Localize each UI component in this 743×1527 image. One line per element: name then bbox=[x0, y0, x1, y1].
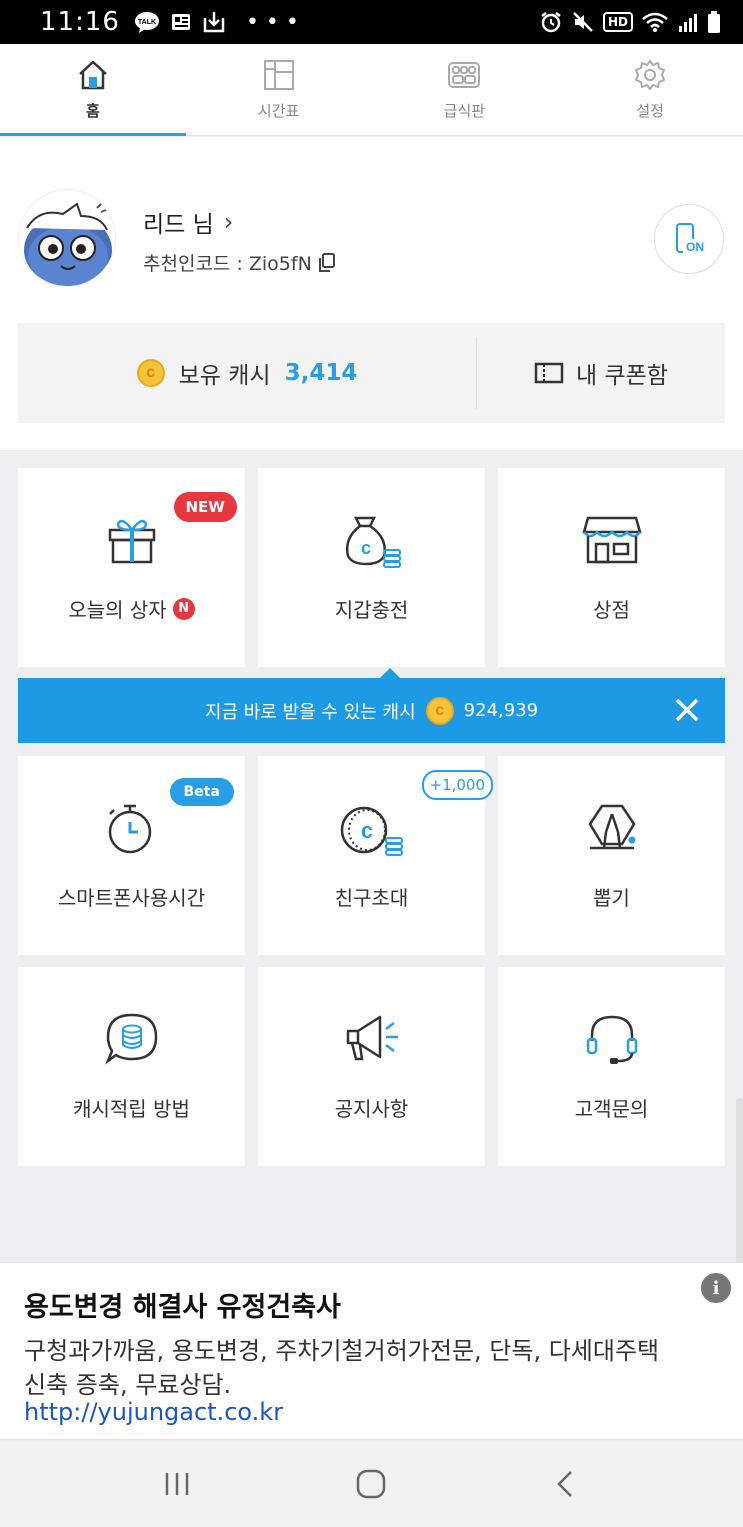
svg-text:TALK: TALK bbox=[138, 19, 156, 26]
headset-icon bbox=[586, 1015, 637, 1064]
tile-today-box-label: 오늘의 상자 bbox=[68, 598, 167, 622]
signal-icon bbox=[679, 14, 697, 32]
tab-home-label: 홈 bbox=[85, 102, 100, 120]
coin-stack-icon: c bbox=[340, 806, 403, 856]
tile-cash-earn-method[interactable]: 캐시적립 방법 bbox=[18, 967, 245, 1166]
tile-today-box[interactable]: NEW 오늘의 상자 N bbox=[18, 468, 245, 667]
svg-text:c: c bbox=[360, 818, 372, 843]
tab-home[interactable]: 홈 bbox=[0, 44, 186, 136]
megaphone-icon bbox=[346, 1015, 398, 1061]
top-tab-bar: 홈 시간표 급식판 설정 bbox=[0, 44, 743, 136]
tile-store[interactable]: 상점 bbox=[498, 468, 725, 667]
coupon-icon bbox=[534, 362, 564, 384]
chat-coin-icon bbox=[104, 1013, 157, 1065]
notification-dot: N bbox=[172, 597, 195, 620]
new-badge: NEW bbox=[173, 492, 237, 522]
tile-invite-friend[interactable]: c +1,000 친구초대 bbox=[258, 756, 494, 955]
gear-icon bbox=[635, 60, 666, 90]
phone-on-icon: ON bbox=[676, 223, 707, 254]
tile-notices-label: 공지사항 bbox=[334, 1097, 409, 1121]
profile-name: 리드 님 bbox=[143, 212, 214, 238]
cash-bar: 보유 캐시 3,414 내 쿠폰함 bbox=[18, 323, 725, 423]
reward-badge: +1,000 bbox=[421, 770, 494, 800]
news-icon bbox=[171, 14, 190, 30]
more-icon: • • • bbox=[245, 9, 299, 35]
close-button[interactable] bbox=[669, 692, 705, 728]
tile-notices[interactable]: 공지사항 bbox=[258, 967, 485, 1166]
banner-pointer bbox=[380, 668, 400, 678]
copy-icon[interactable] bbox=[318, 252, 336, 273]
back-button[interactable] bbox=[551, 1469, 581, 1499]
tile-customer-inquiry-label: 고객문의 bbox=[574, 1097, 649, 1121]
available-cash-banner[interactable]: 지금 바로 받을 수 있는 캐시 924,939 bbox=[18, 668, 725, 743]
owned-cash-label: 보유 캐시 bbox=[178, 363, 271, 389]
ad-description: 구청과가까움, 용도변경, 주차기철거허가전문, 단독, 다세대주택신축 증축,… bbox=[24, 1337, 660, 1399]
battery-icon bbox=[708, 11, 720, 33]
ad-title: 용도변경 해결사 유정건축사 bbox=[24, 1292, 341, 1323]
tile-customer-inquiry[interactable]: 고객문의 bbox=[498, 967, 725, 1166]
referral-code: 추천인코드 : Zio5fN bbox=[143, 249, 336, 276]
coin-icon bbox=[425, 696, 454, 725]
tile-store-label: 상점 bbox=[593, 598, 630, 622]
chevron-right-icon: › bbox=[223, 208, 234, 236]
tile-cash-earn-method-label: 캐시적립 방법 bbox=[73, 1097, 190, 1121]
tile-draw[interactable]: 뽑기 bbox=[498, 756, 725, 955]
recent-apps-button[interactable] bbox=[162, 1469, 192, 1499]
money-bag-icon: c bbox=[345, 516, 401, 568]
avatar-character-icon bbox=[24, 199, 112, 286]
tile-wallet-charge[interactable]: c 지갑충전 bbox=[258, 468, 485, 667]
system-navigation-bar bbox=[0, 1441, 743, 1527]
svg-text:c: c bbox=[360, 538, 370, 558]
home-button[interactable] bbox=[355, 1468, 387, 1500]
tile-wallet-charge-label: 지갑충전 bbox=[334, 598, 409, 622]
clock: 11:16 bbox=[40, 7, 120, 37]
home-icon bbox=[79, 60, 107, 90]
referral-code-label: 추천인코드 : Zio5fN bbox=[143, 253, 312, 275]
owned-cash-value: 3,414 bbox=[284, 360, 358, 386]
tab-meal-tray-label: 급식판 bbox=[443, 102, 486, 120]
coupon-box-label: 내 쿠폰함 bbox=[576, 363, 668, 389]
tab-settings[interactable]: 설정 bbox=[557, 44, 743, 135]
banner-text: 지금 바로 받을 수 있는 캐시 bbox=[204, 701, 416, 723]
stopwatch-icon bbox=[108, 804, 151, 854]
ad-banner[interactable]: 용도변경 해결사 유정건축사 구청과가까움, 용도변경, 주차기철거허가전문, … bbox=[0, 1262, 743, 1440]
ad-url-link[interactable]: http://yujungact.co.kr bbox=[24, 1398, 719, 1426]
hd-icon: HD bbox=[602, 12, 633, 32]
tab-timetable[interactable]: 시간표 bbox=[186, 44, 372, 135]
gift-icon bbox=[108, 519, 155, 564]
profile-name-link[interactable]: 리드 님 › bbox=[143, 205, 233, 239]
owned-cash[interactable]: 보유 캐시 3,414 bbox=[18, 356, 476, 390]
claw-machine-icon bbox=[588, 804, 635, 850]
alarm-icon bbox=[541, 12, 561, 33]
store-icon bbox=[581, 516, 642, 564]
timetable-icon bbox=[263, 60, 294, 90]
tab-meal-tray[interactable]: 급식판 bbox=[372, 44, 558, 135]
close-icon bbox=[675, 698, 699, 722]
coin-icon bbox=[136, 359, 165, 387]
profile-section: 리드 님 › 추천인코드 : Zio5fN ON 보유 캐시 3,414 내 쿠… bbox=[0, 137, 743, 450]
wifi-icon bbox=[642, 12, 668, 32]
mute-icon bbox=[573, 12, 593, 32]
lock-screen-toggle[interactable]: ON bbox=[654, 204, 724, 274]
tile-draw-label: 뽑기 bbox=[593, 886, 630, 910]
tile-phone-usage-label: 스마트폰사용시간 bbox=[57, 886, 206, 910]
tile-invite-friend-label: 친구초대 bbox=[334, 886, 409, 910]
meal-tray-icon bbox=[448, 62, 481, 88]
beta-badge: Beta bbox=[169, 778, 234, 806]
info-icon[interactable]: i bbox=[701, 1273, 731, 1303]
status-bar: 11:16 TALK • • • HD bbox=[0, 0, 743, 44]
banner-value: 924,939 bbox=[463, 700, 539, 721]
avatar[interactable] bbox=[18, 189, 116, 287]
tab-settings-label: 설정 bbox=[636, 102, 664, 120]
tab-timetable-label: 시간표 bbox=[257, 102, 300, 120]
on-label: ON bbox=[686, 240, 704, 254]
coupon-box-button[interactable]: 내 쿠폰함 bbox=[477, 356, 725, 390]
talk-icon: TALK bbox=[134, 12, 159, 33]
download-icon bbox=[203, 12, 225, 33]
tile-phone-usage[interactable]: Beta 스마트폰사용시간 bbox=[18, 756, 245, 955]
